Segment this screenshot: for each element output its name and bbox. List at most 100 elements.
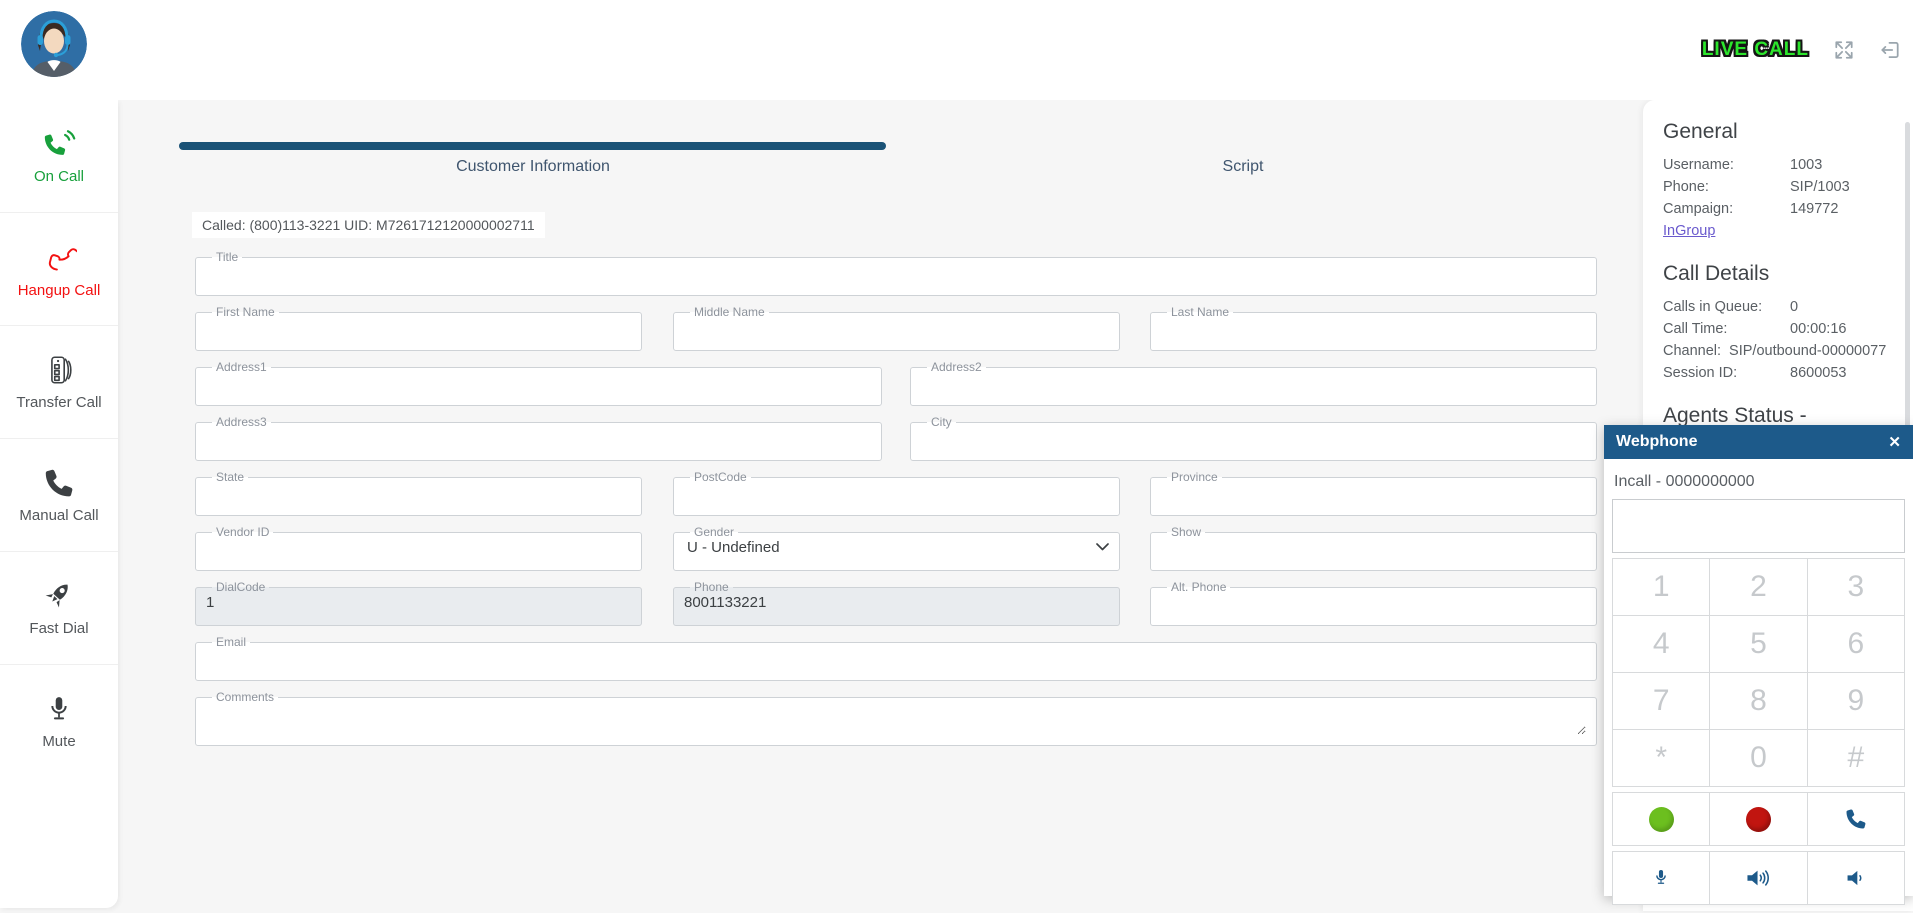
- campaign-row: Campaign: 149772: [1663, 198, 1899, 220]
- first-name-input[interactable]: [206, 316, 631, 338]
- address1-input[interactable]: [206, 371, 871, 393]
- last-name-field-group: Last Name: [1150, 305, 1597, 351]
- keypad-key-1[interactable]: 1: [1613, 559, 1709, 615]
- title-field-group: Title: [195, 250, 1597, 296]
- sidebar-item-label: Hangup Call: [18, 282, 101, 299]
- gender-select[interactable]: U - Undefined: [684, 536, 1109, 558]
- keypad-key-5[interactable]: 5: [1710, 616, 1806, 672]
- calls-in-queue-value: 0: [1790, 296, 1798, 318]
- top-bar: LIVE CALL: [0, 0, 1913, 100]
- state-field-group: State: [195, 470, 642, 516]
- vendor-id-input[interactable]: [206, 536, 631, 558]
- sidebar-item-label: Fast Dial: [29, 620, 88, 637]
- first-name-field-group: First Name: [195, 305, 642, 351]
- calls-in-queue-row: Calls in Queue: 0: [1663, 296, 1899, 318]
- call-time-value: 00:00:16: [1790, 318, 1846, 340]
- comments-textarea[interactable]: [206, 701, 1586, 735]
- last-name-input[interactable]: [1161, 316, 1586, 338]
- agent-desktop: LIVE CALL: [0, 0, 1913, 911]
- middle-name-field-group: Middle Name: [673, 305, 1120, 351]
- sidebar-item-hangup-call[interactable]: Hangup Call: [0, 213, 118, 326]
- session-id-label: Session ID:: [1663, 362, 1790, 384]
- sidebar-item-mute[interactable]: Mute: [0, 665, 118, 778]
- alt-phone-input[interactable]: [1161, 591, 1586, 613]
- tab-customer-information[interactable]: Customer Information: [178, 158, 888, 176]
- close-icon[interactable]: ✕: [1888, 433, 1901, 451]
- webphone-speaker-button[interactable]: [1710, 852, 1806, 904]
- webphone-mic-button[interactable]: [1613, 852, 1709, 904]
- address3-input[interactable]: [206, 426, 871, 448]
- keypad-key-2[interactable]: 2: [1710, 559, 1806, 615]
- dialcode-input[interactable]: [206, 591, 631, 613]
- agent-avatar: [21, 11, 87, 77]
- show-field-group: Show: [1150, 525, 1597, 571]
- left-sidebar: On Call Hangup Call: [0, 100, 118, 908]
- sidebar-item-fast-dial[interactable]: Fast Dial: [0, 552, 118, 665]
- sidebar-item-transfer-call[interactable]: Transfer Call: [0, 326, 118, 439]
- phone-handset-icon: [42, 466, 76, 500]
- province-input[interactable]: [1161, 481, 1586, 503]
- webphone-keypad: 1 2 3 4 5 6 7 8 9 * 0 #: [1612, 558, 1905, 787]
- state-input[interactable]: [206, 481, 631, 503]
- active-tab-indicator: [179, 142, 886, 150]
- webphone-number-display[interactable]: [1612, 499, 1905, 553]
- sidebar-item-on-call[interactable]: On Call: [0, 100, 118, 213]
- keypad-key-star[interactable]: *: [1613, 730, 1709, 786]
- email-field-group: Email: [195, 635, 1597, 681]
- campaign-label: Campaign:: [1663, 198, 1790, 220]
- postcode-field-group: PostCode: [673, 470, 1120, 516]
- speaker-low-icon: [1844, 867, 1868, 889]
- tab-script[interactable]: Script: [888, 158, 1598, 176]
- webphone-panel: Webphone ✕ Incall - 0000000000 1 2 3 4 5…: [1604, 425, 1913, 896]
- phone-waves-icon: [42, 127, 76, 161]
- username-label: Username:: [1663, 154, 1790, 176]
- middle-name-input[interactable]: [684, 316, 1109, 338]
- comments-field-group: Comments: [195, 690, 1597, 746]
- alt-phone-field-group: Alt. Phone: [1150, 580, 1597, 626]
- postcode-input[interactable]: [684, 481, 1109, 503]
- webphone-header[interactable]: Webphone ✕: [1604, 425, 1913, 459]
- webphone-handset-button[interactable]: [1808, 793, 1904, 845]
- calls-in-queue-label: Calls in Queue:: [1663, 296, 1790, 318]
- general-heading: General: [1663, 120, 1899, 144]
- keypad-key-0[interactable]: 0: [1710, 730, 1806, 786]
- sidebar-item-label: Manual Call: [19, 507, 98, 524]
- email-input[interactable]: [206, 646, 1586, 668]
- stop-red-dot-icon: [1746, 807, 1771, 832]
- keypad-key-9[interactable]: 9: [1808, 673, 1904, 729]
- show-input[interactable]: [1161, 536, 1586, 558]
- logout-exit-icon[interactable]: [1879, 39, 1901, 61]
- phone-input[interactable]: [684, 591, 1109, 613]
- phone-value: SIP/1003: [1790, 176, 1850, 198]
- sidebar-item-label: On Call: [34, 168, 84, 185]
- webphone-call-status: Incall - 0000000000: [1614, 473, 1905, 491]
- keypad-key-7[interactable]: 7: [1613, 673, 1709, 729]
- rocket-icon: [42, 579, 76, 613]
- keypad-key-hash[interactable]: #: [1808, 730, 1904, 786]
- sidebar-item-manual-call[interactable]: Manual Call: [0, 439, 118, 552]
- webphone-call-controls: [1612, 792, 1905, 846]
- address2-input[interactable]: [921, 371, 1586, 393]
- webphone-dial-button[interactable]: [1613, 793, 1709, 845]
- keypad-key-6[interactable]: 6: [1808, 616, 1904, 672]
- keypad-key-8[interactable]: 8: [1710, 673, 1806, 729]
- ingroup-link[interactable]: InGroup: [1663, 220, 1715, 242]
- panel-scrollbar-thumb[interactable]: [1905, 122, 1910, 448]
- webphone-body: Incall - 0000000000 1 2 3 4 5 6 7 8 9 * …: [1604, 459, 1913, 913]
- address3-field-group: Address3: [195, 415, 882, 461]
- phone-field-group: Phone: [673, 580, 1120, 626]
- city-input[interactable]: [921, 426, 1586, 448]
- fullscreen-expand-icon[interactable]: [1833, 39, 1855, 61]
- headset-agent-icon: [21, 11, 87, 77]
- address1-field-group: Address1: [195, 360, 882, 406]
- hangup-phone-icon: [41, 239, 77, 275]
- city-field-group: City: [910, 415, 1597, 461]
- keypad-key-4[interactable]: 4: [1613, 616, 1709, 672]
- webphone-stop-button[interactable]: [1710, 793, 1806, 845]
- keypad-key-3[interactable]: 3: [1808, 559, 1904, 615]
- address2-field-group: Address2: [910, 360, 1597, 406]
- channel-label: Channel:: [1663, 340, 1721, 362]
- session-id-row: Session ID: 8600053: [1663, 362, 1899, 384]
- webphone-volume-button[interactable]: [1808, 852, 1904, 904]
- title-input[interactable]: [206, 261, 1586, 283]
